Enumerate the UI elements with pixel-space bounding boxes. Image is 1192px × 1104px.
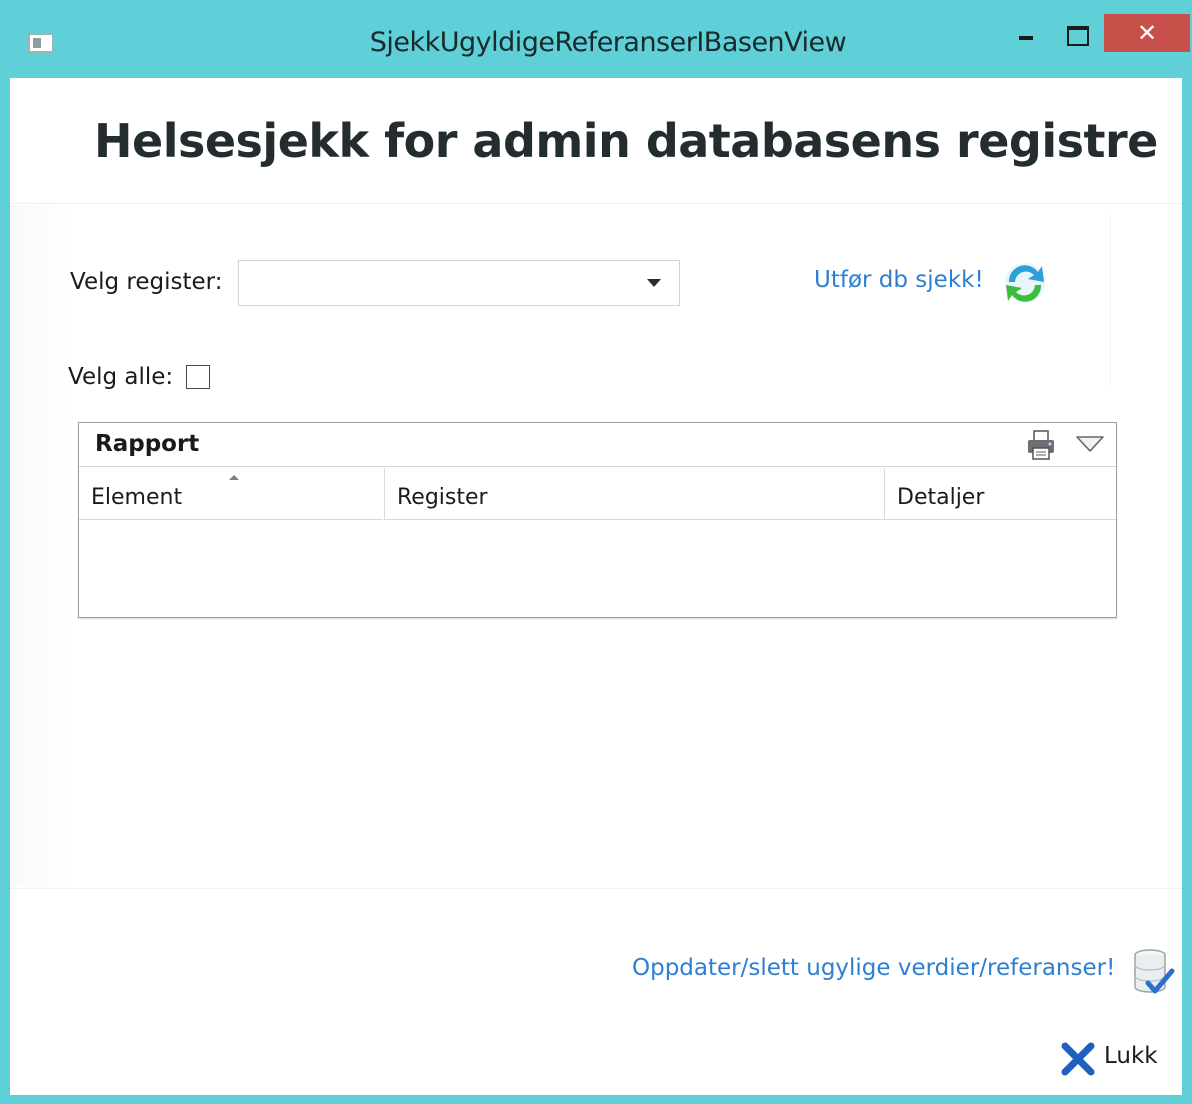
maximize-button[interactable] xyxy=(1059,14,1093,46)
select-all-checkbox[interactable] xyxy=(186,365,210,389)
update-delete-invalid-link[interactable]: Oppdater/slett ugylige verdier/referanse… xyxy=(632,955,1115,981)
footer-panel: Oppdater/slett ugylige verdier/referanse… xyxy=(10,888,1182,1095)
main-panel: Velg register: Utfør db sjekk! Velg alle… xyxy=(10,205,1182,887)
printer-icon[interactable] xyxy=(1025,429,1057,461)
sort-ascending-icon xyxy=(229,475,239,480)
refresh-icon[interactable] xyxy=(1000,258,1050,308)
register-select[interactable] xyxy=(238,260,680,306)
divider xyxy=(1110,215,1111,385)
run-db-check-link[interactable]: Utfør db sjekk! xyxy=(814,267,984,293)
client-area: Helsesjekk for admin databasens registre… xyxy=(10,78,1182,1095)
register-label: Velg register: xyxy=(70,269,223,295)
close-x-icon xyxy=(1061,1042,1095,1076)
database-check-icon[interactable] xyxy=(1130,947,1176,997)
title-bar[interactable]: SjekkUgyldigeReferanserIBasenView ✕ xyxy=(0,0,1192,78)
dropdown-arrow-icon[interactable] xyxy=(647,279,661,287)
report-title: Rapport xyxy=(95,431,200,457)
report-grid: Rapport Element Register Detaljer xyxy=(78,422,1117,618)
close-window-button[interactable]: ✕ xyxy=(1104,14,1190,52)
page-title: Helsesjekk for admin databasens registre xyxy=(94,114,1158,168)
select-all-label: Velg alle: xyxy=(68,364,174,390)
application-window: SjekkUgyldigeReferanserIBasenView ✕ Hels… xyxy=(0,0,1192,1104)
chevron-down-icon[interactable] xyxy=(1075,435,1105,453)
page-header: Helsesjekk for admin databasens registre xyxy=(10,78,1182,204)
column-header-register[interactable]: Register xyxy=(385,468,884,520)
column-header-detaljer[interactable]: Detaljer xyxy=(885,468,1116,520)
close-button-label: Lukk xyxy=(1104,1043,1158,1069)
report-header: Rapport xyxy=(79,423,1116,467)
minimize-button[interactable] xyxy=(1014,14,1048,44)
